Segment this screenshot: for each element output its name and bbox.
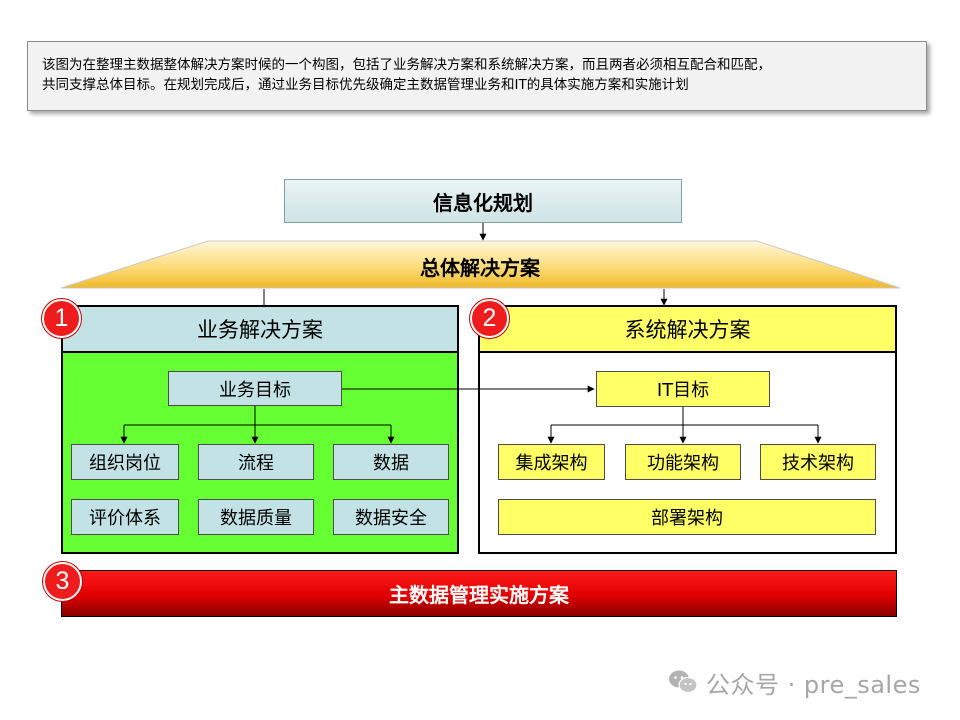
- it-goal-label: IT目标: [656, 380, 710, 401]
- system-item-integration: 集成架构: [498, 444, 605, 480]
- system-item-deployment: 部署架构: [498, 499, 876, 535]
- business-item-org: 组织岗位: [71, 444, 179, 480]
- business-item-data: 数据: [333, 444, 449, 480]
- business-goal-box: 业务目标: [168, 371, 342, 406]
- implementation-bar: 主数据管理实施方案: [61, 570, 897, 617]
- badge-1: 1: [42, 299, 81, 338]
- watermark-text: 公众号 · pre_sales: [706, 670, 921, 699]
- business-item-evaluation: 评价体系: [71, 499, 179, 535]
- wechat-icon: [669, 670, 698, 694]
- business-item-data-quality: 数据质量: [198, 499, 314, 535]
- badge-2: 2: [470, 299, 509, 338]
- watermark: 公众号 · pre_sales: [668, 664, 938, 700]
- system-item-technology: 技术架构: [760, 444, 876, 480]
- implementation-title: 主数据管理实施方案: [389, 583, 569, 607]
- business-item-process: 流程: [198, 444, 314, 480]
- business-item-data-security: 数据安全: [333, 499, 449, 535]
- badge-3: 3: [43, 562, 82, 601]
- business-goal-label: 业务目标: [219, 379, 291, 401]
- it-goal-box: IT目标: [596, 371, 770, 407]
- system-item-function: 功能架构: [625, 444, 741, 480]
